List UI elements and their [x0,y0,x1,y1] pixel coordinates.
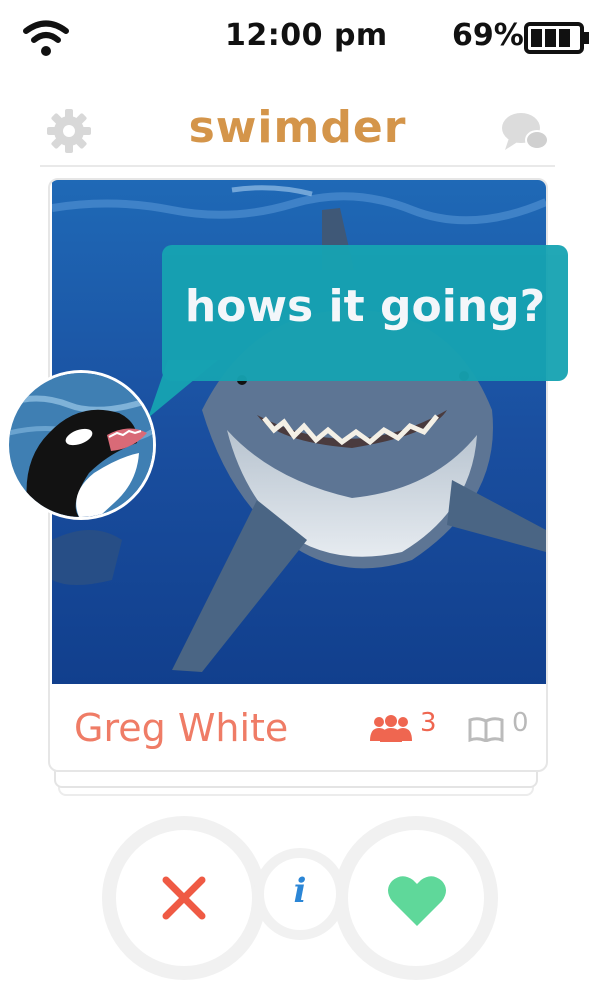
battery-percent: 69% [452,18,524,53]
x-icon [162,876,206,920]
status-bar: 12:00 pm 69% [0,0,600,75]
battery-icon [524,22,589,54]
speech-bubble: hows it going? [162,245,568,381]
orca-avatar[interactable] [6,370,156,520]
like-button[interactable] [334,816,498,980]
nope-button[interactable] [102,816,266,980]
profile-name: Greg White [74,706,289,750]
heart-icon [388,876,446,926]
app-logo: swimder [188,102,407,153]
info-button[interactable]: i [254,848,346,940]
wifi-icon [23,20,69,56]
orca-avatar-image [9,373,153,517]
clock-time: 12:00 pm [225,18,388,53]
friends-count: 3 [420,708,437,738]
app-header: swimder [40,90,555,167]
chat-icon[interactable] [501,110,551,154]
profile-footer: Greg White 3 0 [50,684,546,770]
book-icon [468,717,504,742]
friends-icon [370,715,412,742]
message-text: hows it going? [184,281,546,332]
interests-count: 0 [512,708,529,738]
info-icon: i [293,871,307,911]
